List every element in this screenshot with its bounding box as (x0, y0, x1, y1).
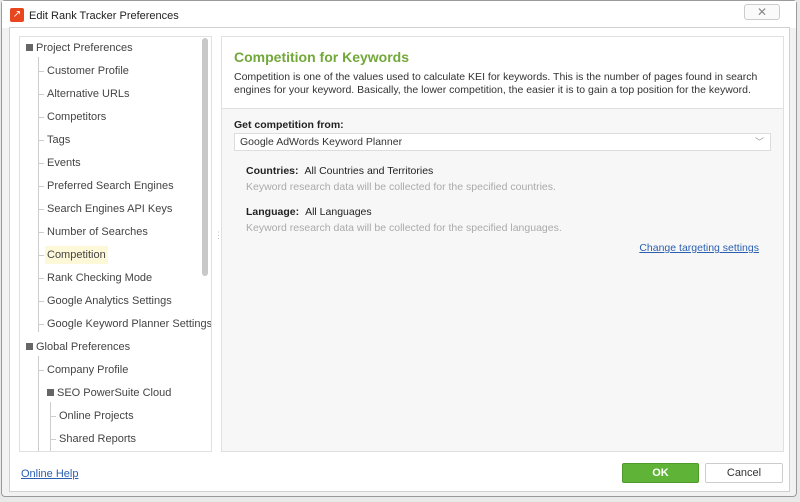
tree-item[interactable]: Preferred Search Engines (45, 177, 176, 195)
tree-item-label: Google Keyword Planner Settings (47, 318, 212, 330)
online-help-link[interactable]: Online Help (21, 468, 78, 480)
tree-item-label: Competitors (47, 111, 107, 123)
cancel-button[interactable]: Cancel (705, 463, 783, 483)
window-title: Edit Rank Tracker Preferences (29, 10, 179, 22)
language-value: All Languages (305, 206, 372, 218)
tree-item[interactable]: Number of Searches (45, 223, 150, 241)
tree-connector (38, 57, 39, 332)
tree-item[interactable]: Tags (45, 131, 72, 149)
tree-item[interactable]: Shared Reports (57, 430, 138, 448)
title-bar: ↗ Edit Rank Tracker Preferences ✕ (2, 1, 796, 28)
tree-item[interactable]: SEO PowerSuite Cloud (45, 384, 173, 402)
tree-item[interactable]: Company Profile (45, 361, 130, 379)
tree-item-label: Preferred Search Engines (47, 180, 174, 192)
chevron-down-icon: ﹀ (754, 137, 764, 147)
content-header: Competition for Keywords Competition is … (222, 37, 783, 109)
close-icon: ✕ (756, 5, 768, 19)
source-label: Get competition from: (234, 119, 344, 131)
tree-scrollbar[interactable] (202, 38, 208, 276)
tree-item[interactable]: Rank Checking Mode (45, 269, 154, 287)
tree-item[interactable]: Project Preferences (24, 39, 135, 57)
collapse-icon[interactable] (26, 44, 33, 51)
ok-button[interactable]: OK (622, 463, 699, 483)
tree-item-label: SEO PowerSuite Cloud (57, 387, 172, 399)
collapse-icon[interactable] (47, 389, 54, 396)
tree-item-label: Events (47, 157, 81, 169)
tree-item[interactable]: Google Keyword Planner Settings (45, 315, 212, 333)
tree-item-label: Project Preferences (36, 42, 133, 54)
collapse-icon[interactable] (26, 343, 33, 350)
tree-item[interactable]: Events (45, 154, 83, 172)
tree-item[interactable]: Search Engines API Keys (45, 200, 174, 218)
tree-item-label: Customer Profile (47, 65, 129, 77)
preferences-tree: Project Preferences Customer Profile Alter… (19, 36, 212, 452)
content-panel: Competition for Keywords Competition is … (221, 36, 784, 452)
tree-item-label: Company Profile (47, 364, 129, 376)
tree-item-label: Rank Checking Mode (47, 272, 153, 284)
change-targeting-link[interactable]: Change targeting settings (639, 242, 759, 254)
tree-item[interactable]: Global Preferences (24, 338, 132, 356)
close-button[interactable]: ✕ (744, 4, 780, 20)
language-row: Language: All Languages (246, 206, 372, 218)
app-logo-icon: ↗ (10, 8, 24, 22)
tree-item[interactable]: Alternative URLs (45, 85, 132, 103)
tree-item-label: Competition (47, 249, 106, 261)
countries-label: Countries: (246, 165, 299, 177)
tree-item[interactable]: Online Projects (57, 407, 136, 425)
tree-item-label: Shared Reports (59, 433, 137, 445)
tree-item-label: Global Preferences (36, 341, 131, 353)
tree-item-label: Google Analytics Settings (47, 295, 172, 307)
page-title: Competition for Keywords (234, 49, 410, 65)
tree-item-label: Number of Searches (47, 226, 148, 238)
competition-source-select[interactable]: Google AdWords Keyword Planner ﹀ (234, 133, 771, 151)
tree-item[interactable]: Google Analytics Settings (45, 292, 174, 310)
tree-item-label: Online Projects (59, 410, 134, 422)
tree-item-label: Tags (47, 134, 71, 146)
countries-value: All Countries and Territories (304, 165, 434, 177)
language-hint: Keyword research data will be collected … (246, 222, 562, 234)
tree-item-label: Alternative URLs (47, 88, 130, 100)
select-value: Google AdWords Keyword Planner (240, 136, 403, 148)
countries-hint: Keyword research data will be collected … (246, 181, 556, 193)
tree-connector (50, 402, 51, 451)
tree-item[interactable]: Customer Profile (45, 62, 131, 80)
tree-connector (38, 356, 39, 451)
countries-row: Countries: All Countries and Territories (246, 165, 433, 177)
language-label: Language: (246, 206, 300, 218)
tree-item-label: Search Engines API Keys (47, 203, 173, 215)
page-description: Competition is one of the values used to… (234, 71, 758, 96)
tree-item[interactable]: Competitors (45, 108, 108, 126)
tree-item[interactable]: Competition (45, 246, 108, 264)
